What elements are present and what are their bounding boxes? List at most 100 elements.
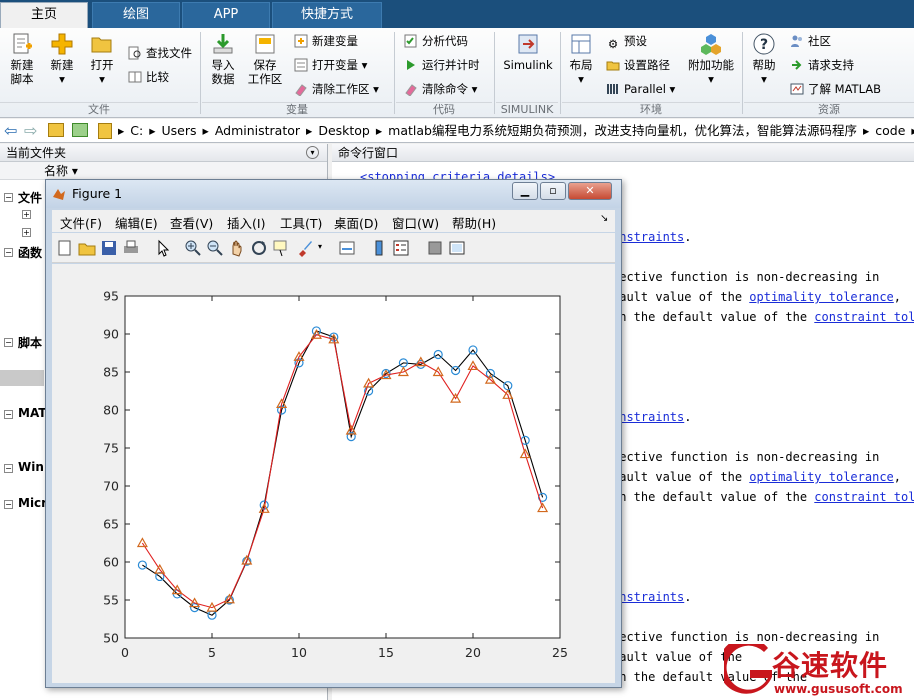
- save-workspace-button[interactable]: 保存 工作区: [246, 32, 284, 86]
- collapse-icon[interactable]: −: [4, 410, 13, 419]
- menu-desktop[interactable]: 桌面(D): [334, 213, 378, 232]
- help-icon: ?: [753, 33, 775, 55]
- path-segment[interactable]: Desktop: [318, 123, 370, 138]
- ribbon-separator: [494, 32, 495, 114]
- pane-menu-icon[interactable]: ▾: [306, 146, 319, 159]
- hide-tools-icon[interactable]: [426, 239, 444, 257]
- expand-icon[interactable]: +: [22, 228, 31, 237]
- rotate-icon[interactable]: [250, 239, 268, 257]
- collapse-icon[interactable]: −: [4, 248, 13, 257]
- menu-insert[interactable]: 插入(I): [227, 213, 265, 232]
- new-figure-icon[interactable]: [56, 239, 74, 257]
- clear-commands-button[interactable]: 清除命令 ▾: [404, 80, 477, 98]
- zoom-in-icon[interactable]: [184, 239, 202, 257]
- menu-edit[interactable]: 编辑(E): [115, 213, 158, 232]
- find-files-button[interactable]: 查找文件: [128, 44, 192, 62]
- constraints-link[interactable]: onstraints: [612, 590, 684, 604]
- maximize-button[interactable]: ▫: [540, 182, 566, 200]
- brush-icon[interactable]: [296, 239, 314, 257]
- collapse-icon[interactable]: −: [4, 193, 13, 202]
- tab-apps[interactable]: APP: [182, 2, 270, 28]
- new-script-button[interactable]: 新建 脚本: [4, 32, 40, 86]
- learn-matlab-button[interactable]: 了解 MATLAB: [790, 80, 881, 98]
- new-variable-button[interactable]: 新建变量: [294, 32, 358, 50]
- back-arrow-icon[interactable]: ⇦: [4, 121, 17, 140]
- addons-button[interactable]: 附加功能 ▾: [686, 32, 736, 86]
- gear-icon: ⚙: [607, 37, 619, 51]
- menu-view[interactable]: 查看(V): [170, 213, 213, 232]
- menu-file[interactable]: 文件(F): [60, 213, 102, 232]
- forward-arrow-icon[interactable]: ⇨: [24, 121, 37, 140]
- figure-title-bar[interactable]: Figure 1 ▁ ▫ ✕: [46, 180, 621, 208]
- constraints-link[interactable]: onstraints: [612, 410, 684, 424]
- menu-window[interactable]: 窗口(W): [392, 213, 439, 232]
- pan-icon[interactable]: [228, 239, 246, 257]
- constraint-tolerance-link[interactable]: constraint tole: [814, 310, 914, 324]
- output-text: ,: [893, 290, 902, 304]
- tree-section: Win: [18, 460, 44, 474]
- expand-icon[interactable]: +: [22, 210, 31, 219]
- collapse-icon[interactable]: −: [4, 464, 13, 473]
- constraint-tolerance-link[interactable]: constraint tole: [814, 490, 914, 504]
- link-icon[interactable]: [338, 239, 356, 257]
- support-icon: [792, 60, 802, 70]
- path-segment[interactable]: Users: [162, 123, 197, 138]
- help-button[interactable]: ? 帮助 ▾: [748, 32, 780, 86]
- selected-row[interactable]: [0, 370, 44, 386]
- open-variable-button[interactable]: 打开变量 ▾: [294, 56, 367, 74]
- import-icon: [213, 34, 233, 54]
- open-button[interactable]: 打开 ▾: [84, 32, 120, 86]
- collapse-icon[interactable]: −: [4, 500, 13, 509]
- help-label: 帮助: [752, 58, 776, 72]
- path-segment[interactable]: matlab编程电力系统短期负荷预测，改进支持向量机，优化算法，智能算法源码程序: [388, 123, 857, 138]
- analyze-code-button[interactable]: 分析代码: [404, 32, 468, 50]
- pointer-icon[interactable]: [154, 239, 172, 257]
- minimize-button[interactable]: ▁: [512, 182, 538, 200]
- up-folder-icon[interactable]: [48, 123, 64, 137]
- constraints-link[interactable]: onstraints: [612, 230, 684, 244]
- folder-path[interactable]: ▸ C: ▸ Users ▸ Administrator ▸ Desktop ▸ matlab编程…: [118, 119, 914, 143]
- preferences-button[interactable]: ⚙ 预设: [606, 32, 647, 51]
- clear-workspace-button[interactable]: 清除工作区 ▾: [294, 80, 379, 98]
- menu-tools[interactable]: 工具(T): [280, 213, 322, 232]
- collapse-icon[interactable]: −: [4, 338, 13, 347]
- command-output-line: onstraints.: [612, 590, 691, 604]
- show-tools-icon[interactable]: [448, 239, 466, 257]
- dock-arrow-icon[interactable]: ↘: [600, 213, 608, 224]
- legend-icon[interactable]: [392, 239, 410, 257]
- compare-button[interactable]: 比较: [128, 68, 169, 86]
- layout-button[interactable]: 布局 ▾: [564, 32, 598, 86]
- figure-window[interactable]: Figure 1 ▁ ▫ ✕ 文件(F) 编辑(E) 查看(V) 插入(I) 工…: [45, 179, 622, 688]
- close-button[interactable]: ✕: [568, 182, 612, 200]
- tab-plots[interactable]: 绘图: [92, 2, 180, 28]
- save-icon[interactable]: [100, 239, 118, 257]
- community-button[interactable]: 社区: [790, 32, 831, 50]
- output-text: in the default value of the: [612, 490, 815, 504]
- optimality-tolerance-link[interactable]: optimality tolerance: [749, 470, 894, 484]
- simulink-button[interactable]: Simulink: [500, 32, 556, 72]
- new-button[interactable]: 新建 ▾: [44, 32, 80, 86]
- tree-section: 脚本: [18, 336, 43, 350]
- tab-shortcuts[interactable]: 快捷方式: [272, 2, 382, 28]
- tab-home[interactable]: 主页: [0, 2, 88, 28]
- dropdown-arrow-icon[interactable]: ▾: [318, 242, 322, 251]
- path-segment[interactable]: Administrator: [215, 123, 300, 138]
- column-header[interactable]: 名称 ▾: [0, 162, 327, 180]
- browse-folder-icon[interactable]: [72, 123, 88, 137]
- menu-help[interactable]: 帮助(H): [452, 213, 496, 232]
- data-cursor-icon[interactable]: [272, 239, 290, 257]
- zoom-out-icon[interactable]: [206, 239, 224, 257]
- optimality-tolerance-link[interactable]: optimality tolerance: [749, 290, 894, 304]
- parallel-button[interactable]: Parallel ▾: [606, 80, 675, 98]
- set-path-button[interactable]: 设置路径: [606, 56, 670, 74]
- command-output-line: fault value of the optimality tolerance,: [612, 290, 901, 304]
- run-and-time-button[interactable]: 运行并计时: [404, 56, 480, 74]
- import-data-button[interactable]: 导入 数据: [206, 32, 240, 86]
- path-segment[interactable]: C:: [130, 123, 143, 138]
- request-support-button[interactable]: 请求支持: [790, 56, 854, 74]
- path-segment[interactable]: code: [875, 123, 905, 138]
- print-icon[interactable]: [122, 239, 140, 257]
- open-icon[interactable]: [78, 239, 96, 257]
- learn-matlab-label: 了解 MATLAB: [808, 82, 882, 96]
- colorbar-icon[interactable]: [370, 239, 388, 257]
